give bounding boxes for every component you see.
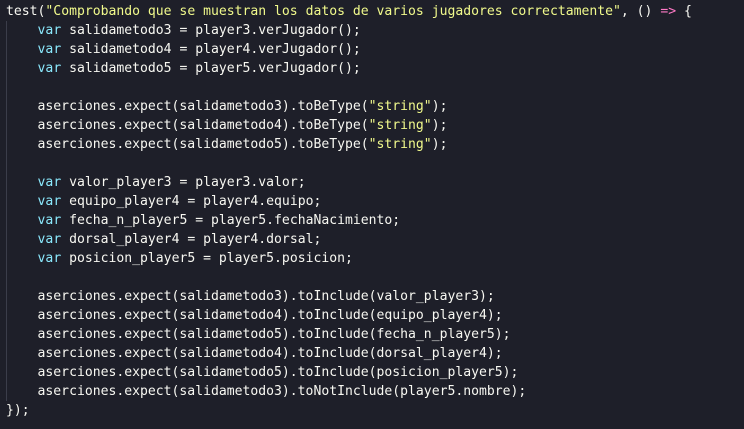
code-line[interactable]: var dorsal_player4 = player4.dorsal; [6,230,692,249]
code-token: , () [620,4,661,19]
code-line[interactable]: aserciones.expect(salidametodo3).toInclu… [6,287,692,306]
code-line[interactable]: aserciones.expect(salidametodo3).toNotIn… [6,382,692,401]
code-line[interactable]: aserciones.expect(salidametodo5).toBeTyp… [6,135,692,154]
code-token: { [676,4,692,19]
code-line[interactable]: aserciones.expect(salidametodo3).toBeTyp… [6,97,692,116]
code-token: aserciones.expect(salidametodo3).toNotIn… [6,384,527,399]
code-token: aserciones.expect(salidametodo3).toBeTyp… [6,99,369,114]
code-token: fecha_n_player5 = player5.fechaNacimient… [61,213,401,228]
code-token: aserciones.expect(salidametodo4).toInclu… [6,346,503,361]
code-token: posicion_player5 = player5.posicion; [61,251,353,266]
code-token: ); [431,137,448,152]
code-line[interactable]: test("Comprobando que se muestran los da… [6,2,692,21]
code-line[interactable]: aserciones.expect(salidametodo5).toInclu… [6,363,692,382]
code-line[interactable]: var valor_player3 = player3.valor; [6,173,692,192]
code-token: var [37,194,62,209]
code-token: aserciones.expect(salidametodo4).toInclu… [6,308,503,323]
code-token: test( [6,4,46,19]
code-token: var [37,42,62,57]
code-line[interactable]: }); [6,401,692,420]
code-token: dorsal_player4 = player4.dorsal; [61,232,322,247]
code-token: var [37,213,62,228]
code-token: aserciones.expect(salidametodo4).toBeTyp… [6,118,369,133]
code-token: "string" [368,99,432,114]
code-line[interactable]: var salidametodo3 = player3.verJugador()… [6,21,692,40]
code-line[interactable] [6,268,692,287]
code-token: aserciones.expect(salidametodo5).toInclu… [6,327,511,342]
code-token: aserciones.expect(salidametodo5).toBeTyp… [6,137,369,152]
code-token: equipo_player4 = player4.equipo; [61,194,322,209]
code-line[interactable]: var salidametodo5 = player5.verJugador()… [6,59,692,78]
code-token: var [37,61,62,76]
code-token: valor_player3 = player3.valor; [61,175,306,190]
code-line[interactable] [6,154,692,173]
code-editor[interactable]: test("Comprobando que se muestran los da… [0,0,744,429]
code-line[interactable]: var equipo_player4 = player4.equipo; [6,192,692,211]
code-line[interactable]: var posicion_player5 = player5.posicion; [6,249,692,268]
code-line[interactable]: aserciones.expect(salidametodo4).toInclu… [6,344,692,363]
code-token: aserciones.expect(salidametodo3).toInclu… [6,289,495,304]
code-token: ); [431,99,448,114]
code-line[interactable]: var fecha_n_player5 = player5.fechaNacim… [6,211,692,230]
code-line[interactable]: aserciones.expect(salidametodo5).toInclu… [6,325,692,344]
code-token: aserciones.expect(salidametodo5).toInclu… [6,365,519,380]
code-token: }); [6,403,30,418]
code-token: var [37,232,62,247]
code-token: "string" [368,137,432,152]
code-area[interactable]: test("Comprobando que se muestran los da… [6,2,692,420]
code-line[interactable]: aserciones.expect(salidametodo4).toInclu… [6,306,692,325]
code-token: "string" [368,118,432,133]
code-token: var [37,23,62,38]
code-token: var [37,175,62,190]
code-token: ); [431,118,448,133]
code-token: "Comprobando que se muestran los datos d… [45,4,621,19]
code-line[interactable]: aserciones.expect(salidametodo4).toBeTyp… [6,116,692,135]
code-token: var [37,251,62,266]
code-token: salidametodo3 = player3.verJugador(); [61,23,361,38]
code-token: salidametodo5 = player5.verJugador(); [61,61,361,76]
code-token: => [660,4,677,19]
code-token: salidametodo4 = player4.verJugador(); [61,42,361,57]
code-line[interactable] [6,78,692,97]
code-line[interactable]: var salidametodo4 = player4.verJugador()… [6,40,692,59]
